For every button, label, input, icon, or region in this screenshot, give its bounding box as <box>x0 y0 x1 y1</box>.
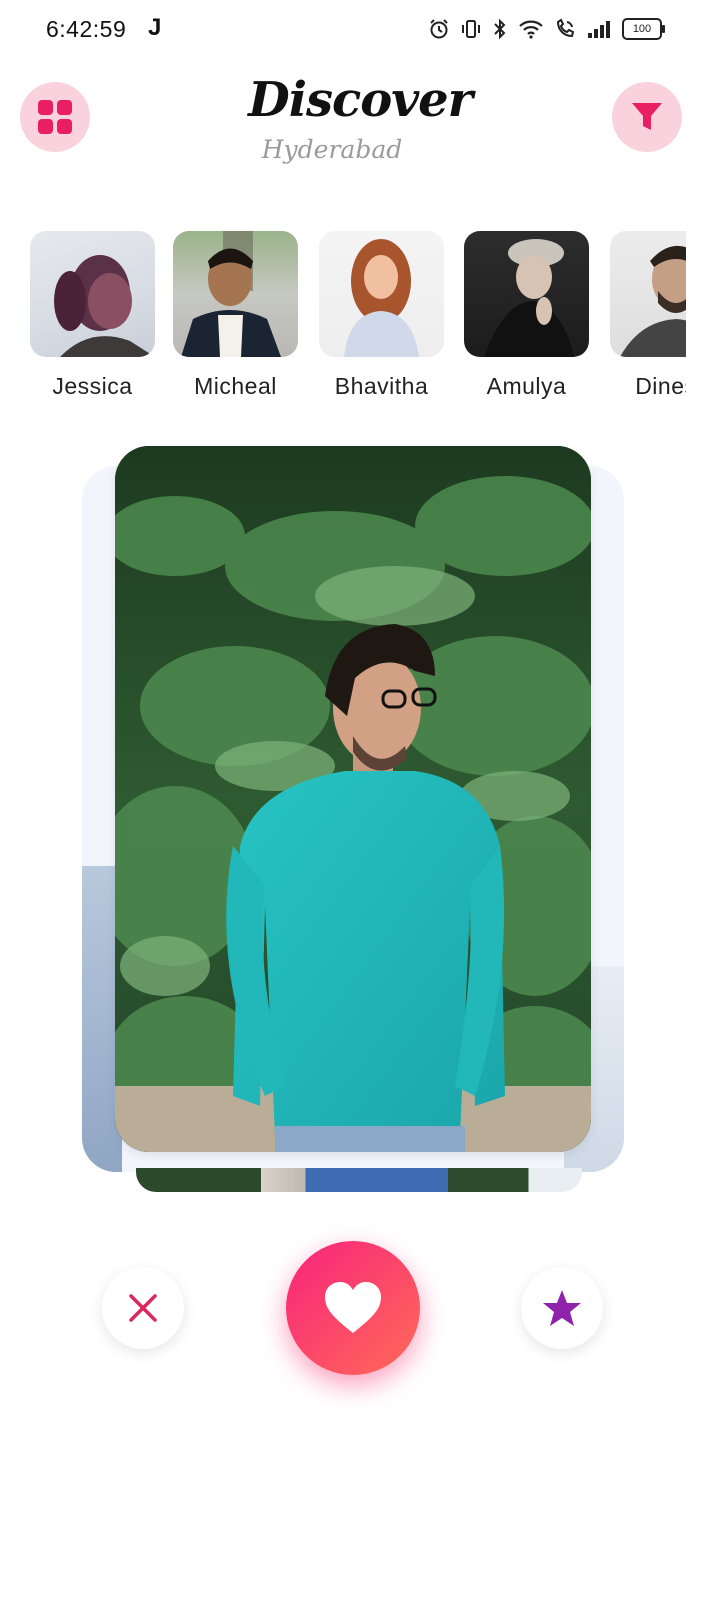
card-behind-edge <box>136 1168 582 1192</box>
star-icon <box>543 1290 581 1326</box>
battery-icon: 100 <box>622 18 665 40</box>
story-item[interactable]: Dinesh <box>610 231 686 400</box>
vibrate-icon <box>462 20 480 38</box>
like-button[interactable] <box>286 1241 420 1375</box>
stories-row[interactable]: Jessica Micheal Bhavitha Amulya Dine <box>30 231 686 411</box>
story-item[interactable]: Amulya <box>464 231 589 400</box>
superlike-button[interactable] <box>521 1267 603 1349</box>
bluetooth-icon <box>494 18 506 40</box>
story-photo <box>319 231 444 357</box>
status-time: 6:42:59 <box>46 16 127 42</box>
story-item[interactable]: Jessica <box>30 231 155 400</box>
profile-card[interactable] <box>115 446 591 1152</box>
profile-photo <box>115 446 591 1152</box>
filter-button[interactable] <box>612 82 682 152</box>
story-item[interactable]: Micheal <box>173 231 298 400</box>
dislike-button[interactable] <box>102 1267 184 1349</box>
alarm-icon <box>430 19 448 39</box>
status-icons: 100 <box>428 18 665 40</box>
wifi-icon <box>519 20 543 39</box>
story-name: Amulya <box>486 373 567 399</box>
wifi-call-icon <box>556 18 575 38</box>
heart-icon <box>325 1282 381 1333</box>
story-name: Bhavitha <box>334 373 429 399</box>
story-name: Micheal <box>194 373 277 399</box>
status-app-indicator: J <box>148 14 162 41</box>
story-name: Jessica <box>52 373 133 399</box>
close-icon <box>129 1294 157 1322</box>
story-name: Dinesh <box>635 373 686 399</box>
filter-icon <box>632 103 662 130</box>
story-photo <box>30 231 155 357</box>
story-photo <box>464 231 589 357</box>
signal-icon <box>588 21 610 38</box>
status-bar: 6:42:59 J 100 <box>0 0 720 64</box>
story-item[interactable]: Bhavitha <box>319 231 444 400</box>
location-subtitle: Hyderabad <box>261 135 403 164</box>
story-photo <box>173 231 298 357</box>
story-photo <box>610 231 686 357</box>
